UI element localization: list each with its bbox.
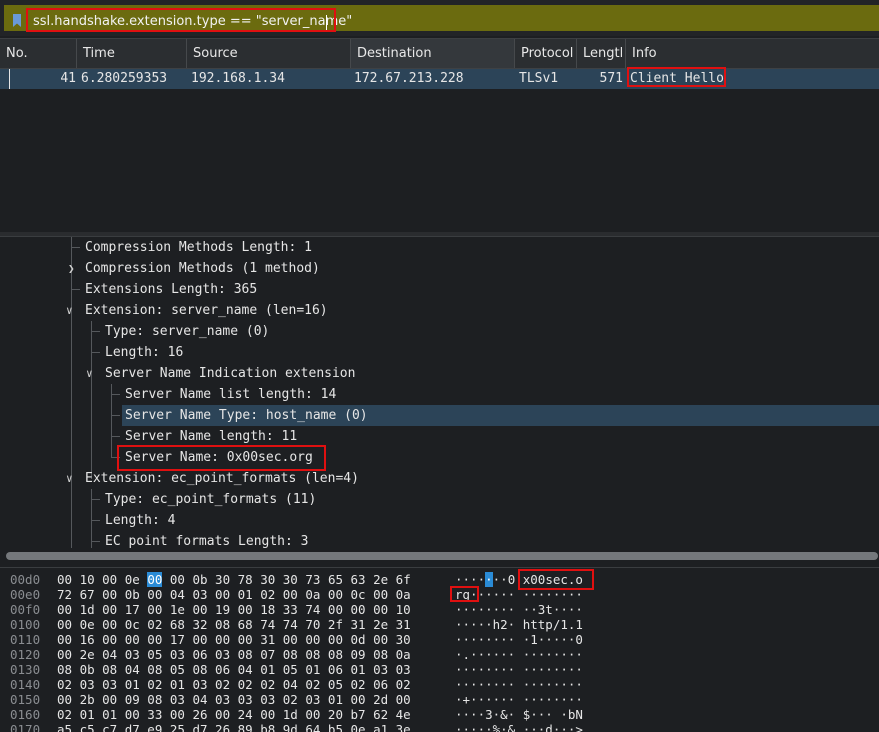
packet-list-pane: No. Time Source Destination Protocol Len… [0, 38, 879, 233]
bookmark-icon[interactable] [12, 13, 22, 28]
scrollbar-thumb[interactable] [6, 552, 878, 560]
packet-source: 192.168.1.34 [191, 71, 285, 86]
tree-guide [111, 394, 120, 395]
selected-byte: 00 [147, 572, 163, 587]
byte-offset: 0120 [10, 647, 41, 662]
column-header-info[interactable]: Info [626, 39, 879, 68]
tree-item[interactable]: Length: 16 [105, 342, 183, 363]
tree-guide [71, 237, 72, 551]
tree-item[interactable]: Extension: server_name (len=16) [85, 300, 328, 321]
hex-bytes[interactable]: 00 2b 00 09 08 03 04 03 03 03 02 03 01 0… [57, 692, 411, 707]
tree-guide [91, 352, 100, 353]
byte-offset: 00f0 [10, 602, 41, 617]
tree-item[interactable]: Extension: ec_point_formats (len=4) [85, 468, 359, 489]
byte-offset: 0160 [10, 707, 41, 722]
tree-item-selected[interactable]: Server Name Type: host_name (0) [125, 405, 368, 426]
tree-guide [71, 247, 80, 248]
tree-item[interactable]: Server Name list length: 14 [125, 384, 336, 405]
packet-destination: 172.67.213.228 [354, 71, 464, 86]
hex-bytes[interactable]: 08 0b 08 04 08 05 08 06 04 01 05 01 06 0… [57, 662, 411, 677]
ascii-bytes[interactable]: ·.······ ········ [455, 647, 583, 662]
tree-guide [91, 520, 100, 521]
tree-guide [91, 331, 100, 332]
tree-item[interactable]: Server Name length: 11 [125, 426, 297, 447]
tree-guide [71, 289, 80, 290]
tree-item[interactable]: Extensions Length: 365 [85, 279, 257, 300]
ascii-bytes[interactable]: ········ ·1·····0 [455, 632, 583, 647]
tree-guide [111, 384, 112, 458]
packet-no: 41 [60, 71, 76, 86]
tree-item[interactable]: Length: 4 [105, 510, 175, 531]
ascii-bytes[interactable]: ·+······ ········ [455, 692, 583, 707]
hex-bytes[interactable]: 00 16 00 00 00 17 00 00 00 31 00 00 00 0… [57, 632, 411, 647]
packet-time: 6.280259353 [81, 71, 168, 86]
hex-bytes[interactable]: 02 01 01 00 33 00 26 00 24 00 1d 00 20 b… [57, 707, 411, 722]
packet-protocol: TLSv1 [519, 71, 559, 86]
ascii-bytes[interactable]: ·····h2· http/1.1 [455, 617, 583, 632]
byte-offset: 0100 [10, 617, 41, 632]
tree-item[interactable]: Server Name Indication extension [105, 363, 355, 384]
collapse-arrow-icon[interactable]: ∨ [66, 468, 73, 489]
byte-offset: 0150 [10, 692, 41, 707]
selected-ascii: · [485, 572, 493, 587]
server-name-highlight-box [117, 445, 326, 471]
tree-guide [111, 415, 120, 416]
tree-item[interactable]: Compression Methods (1 method) [85, 258, 320, 279]
byte-offset: 0140 [10, 677, 41, 692]
collapse-arrow-icon[interactable]: ∨ [86, 363, 93, 384]
collapse-arrow-icon[interactable]: ∨ [66, 300, 73, 321]
expand-arrow-icon[interactable]: ❯ [68, 258, 75, 279]
packet-details-pane: ❯ ∨ ∨ ∨ Compression Methods Length: 1 Co… [0, 236, 879, 551]
ascii-bytes[interactable]: ········ ········ [455, 677, 583, 692]
packet-bytes-pane: 00d0 00 10 00 0e 00 00 0b 30 78 30 30 73… [0, 567, 879, 732]
column-header-protocol[interactable]: Protocol [515, 39, 577, 68]
display-filter-input[interactable]: ssl.handshake.extension.type == "server_… [4, 5, 879, 32]
byte-offset: 0110 [10, 632, 41, 647]
hex-bytes[interactable]: 00 10 00 0e 00 00 0b 30 78 30 30 73 65 6… [57, 572, 411, 587]
ascii-highlight-box [450, 586, 479, 602]
horizontal-scrollbar[interactable] [0, 548, 879, 564]
hex-bytes[interactable]: 00 1d 00 17 00 1e 00 19 00 18 33 74 00 0… [57, 602, 411, 617]
hex-bytes[interactable]: 02 03 03 01 02 01 03 02 02 02 04 02 05 0… [57, 677, 411, 692]
ascii-bytes[interactable]: ····3·&· $··· ·bN [455, 707, 583, 722]
tree-item[interactable]: Type: ec_point_formats (11) [105, 489, 316, 510]
byte-offset: 00d0 [10, 572, 41, 587]
display-filter-toolbar: ssl.handshake.extension.type == "server_… [0, 0, 879, 36]
byte-offset: 0130 [10, 662, 41, 677]
filter-highlight-box [26, 8, 336, 32]
info-highlight-box [627, 67, 726, 87]
column-header-source[interactable]: Source [187, 39, 351, 68]
tree-guide [91, 499, 100, 500]
column-header-time[interactable]: Time [77, 39, 187, 68]
hex-bytes[interactable]: 00 0e 00 0c 02 68 32 08 68 74 74 70 2f 3… [57, 617, 411, 632]
tree-item[interactable]: Compression Methods Length: 1 [85, 237, 312, 258]
column-header-length[interactable]: Lengtl [577, 39, 626, 68]
row-marker [9, 69, 10, 89]
hex-bytes[interactable]: 72 67 00 0b 00 04 03 00 01 02 00 0a 00 0… [57, 587, 411, 602]
ascii-highlight-box [518, 569, 594, 590]
ascii-bytes[interactable]: ········ ··3t···· [455, 602, 583, 617]
packet-list-header: No. Time Source Destination Protocol Len… [0, 39, 879, 69]
byte-offset: 00e0 [10, 587, 41, 602]
packet-row[interactable]: 41 6.280259353 192.168.1.34 172.67.213.2… [0, 69, 879, 89]
ascii-bytes[interactable]: ········ ········ [455, 662, 583, 677]
tree-item[interactable]: Type: server_name (0) [105, 321, 269, 342]
tree-guide [91, 321, 92, 479]
hex-bytes[interactable]: 00 2e 04 03 05 03 06 03 08 07 08 08 08 0… [57, 647, 411, 662]
tree-guide [91, 541, 100, 542]
tree-guide [111, 436, 120, 437]
packet-length: 571 [599, 71, 623, 86]
column-header-destination[interactable]: Destination [351, 39, 515, 68]
column-header-no[interactable]: No. [0, 39, 77, 68]
